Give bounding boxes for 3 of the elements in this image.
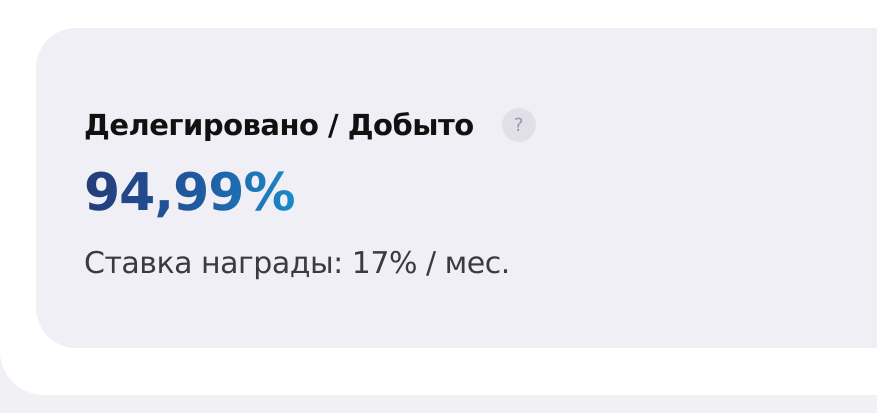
help-icon[interactable]: ?: [502, 108, 536, 142]
card-title: Делегировано / Добыто: [84, 108, 474, 142]
reward-rate: Ставка награды: 17% / мес.: [84, 246, 511, 281]
